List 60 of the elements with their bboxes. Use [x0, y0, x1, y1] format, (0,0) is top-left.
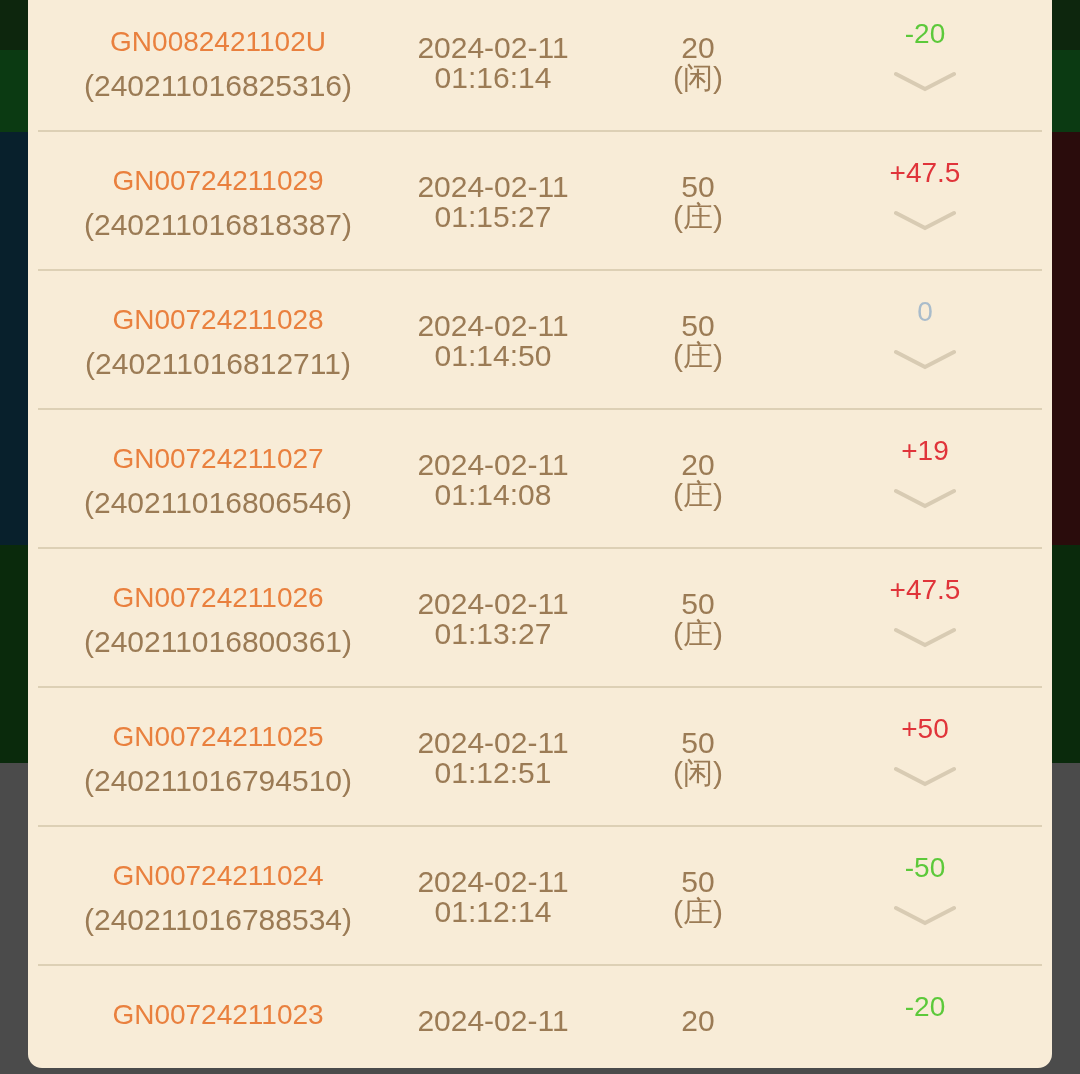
bet-amount: 50: [681, 589, 715, 619]
win-loss-amount: -20: [904, 17, 946, 51]
bet-date: 2024-02-11: [417, 728, 569, 758]
bet-amount: 50: [681, 867, 715, 897]
order-number: (240211016794510): [84, 764, 352, 798]
bet-time: 01:12:14: [434, 897, 552, 927]
chevron-down-icon[interactable]: [894, 210, 956, 232]
game-id: GN00724211023: [112, 998, 324, 1032]
win-loss-amount: +50: [901, 712, 949, 746]
bet-time: 01:14:50: [434, 341, 552, 371]
bet-amount: 20: [681, 1006, 715, 1036]
bet-time: 01:12:51: [434, 758, 552, 788]
win-loss-amount: -50: [904, 851, 946, 885]
chevron-down-icon[interactable]: [894, 349, 956, 371]
bet-amount: 50: [681, 172, 715, 202]
bet-amount: 20: [681, 33, 715, 63]
chevron-down-icon[interactable]: [894, 766, 956, 788]
bet-date: 2024-02-11: [417, 867, 569, 897]
bet-side: (庄): [673, 897, 723, 927]
bet-side: (庄): [673, 619, 723, 649]
game-id: GN00724211025: [112, 720, 324, 754]
bet-time: 01:15:27: [434, 202, 552, 232]
win-loss-amount: 0: [917, 295, 933, 329]
win-loss-amount: +19: [901, 434, 949, 468]
chevron-down-icon[interactable]: [894, 71, 956, 93]
order-number: (240211016788534): [84, 903, 352, 937]
bet-date: 2024-02-11: [417, 450, 569, 480]
game-id: GN00724211029: [112, 164, 324, 198]
bet-amount: 20: [681, 450, 715, 480]
order-number: (240211016800361): [84, 625, 352, 659]
bet-date: 2024-02-11: [417, 33, 569, 63]
chevron-down-icon[interactable]: [894, 905, 956, 927]
chevron-down-icon[interactable]: [894, 627, 956, 649]
bet-side: (庄): [673, 480, 723, 510]
bet-time: 01:13:27: [434, 619, 552, 649]
win-loss-amount: -20: [904, 990, 946, 1024]
bet-date: 2024-02-11: [417, 311, 569, 341]
order-number: (240211016818387): [84, 208, 352, 242]
bet-time: 01:14:08: [434, 480, 552, 510]
bet-date: 2024-02-11: [417, 589, 569, 619]
win-loss-amount: +47.5: [889, 573, 961, 607]
bet-amount: 50: [681, 311, 715, 341]
bet-side: (庄): [673, 341, 723, 371]
bet-side: (闲): [673, 63, 723, 93]
game-id: GN00724211028: [112, 303, 324, 337]
game-id: GN00724211024: [112, 859, 324, 893]
order-number: (240211016812711): [85, 347, 351, 381]
order-number: (240211016806546): [84, 486, 352, 520]
win-loss-amount: +47.5: [889, 156, 961, 190]
bet-amount: 50: [681, 728, 715, 758]
bet-time: 01:16:14: [434, 63, 552, 93]
bet-date: 2024-02-11: [417, 172, 569, 202]
bet-side: (闲): [673, 758, 723, 788]
bet-date: 2024-02-11: [417, 1006, 569, 1036]
chevron-down-icon[interactable]: [894, 488, 956, 510]
bet-side: (庄): [673, 202, 723, 232]
game-id: GN00724211026: [112, 581, 324, 615]
game-id: GN00724211027: [112, 442, 324, 476]
order-number: (240211016825316): [84, 69, 352, 103]
game-id: GN0082421102U: [110, 25, 326, 59]
